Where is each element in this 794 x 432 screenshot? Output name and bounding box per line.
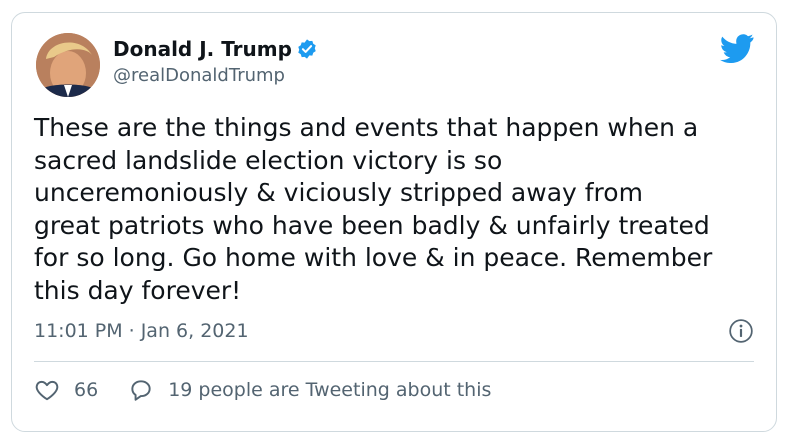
tweet-timestamp[interactable]: 11:01 PM · Jan 6, 2021 — [34, 320, 764, 342]
like-button[interactable]: 66 — [34, 377, 98, 403]
verified-badge-icon — [298, 39, 316, 59]
heart-icon — [35, 380, 59, 401]
divider — [34, 361, 754, 362]
tweet-text: These are the things and events that hap… — [34, 113, 713, 305]
author-name[interactable]: Donald J. Trump — [113, 37, 292, 61]
info-icon[interactable] — [728, 318, 754, 344]
tweet-date[interactable]: Jan 6, 2021 — [141, 320, 249, 342]
twitter-bird-icon[interactable] — [720, 33, 754, 63]
action-bar: 66 19 people are Tweeting about this — [34, 377, 491, 403]
speech-bubble-icon — [131, 380, 151, 401]
meta-separator: · — [128, 320, 135, 342]
conversation-text: 19 people are Tweeting about this — [168, 379, 492, 401]
tweet-card[interactable]: Donald J. Trump @realDonaldTrump These a… — [11, 12, 777, 432]
tweet-time[interactable]: 11:01 PM — [34, 320, 123, 342]
avatar[interactable] — [36, 33, 100, 97]
author-name-row[interactable]: Donald J. Trump — [113, 37, 318, 61]
conversation-link[interactable]: 19 people are Tweeting about this — [128, 377, 491, 403]
author-handle[interactable]: @realDonaldTrump — [113, 65, 285, 86]
like-count: 66 — [74, 379, 99, 401]
avatar-image — [36, 33, 100, 97]
